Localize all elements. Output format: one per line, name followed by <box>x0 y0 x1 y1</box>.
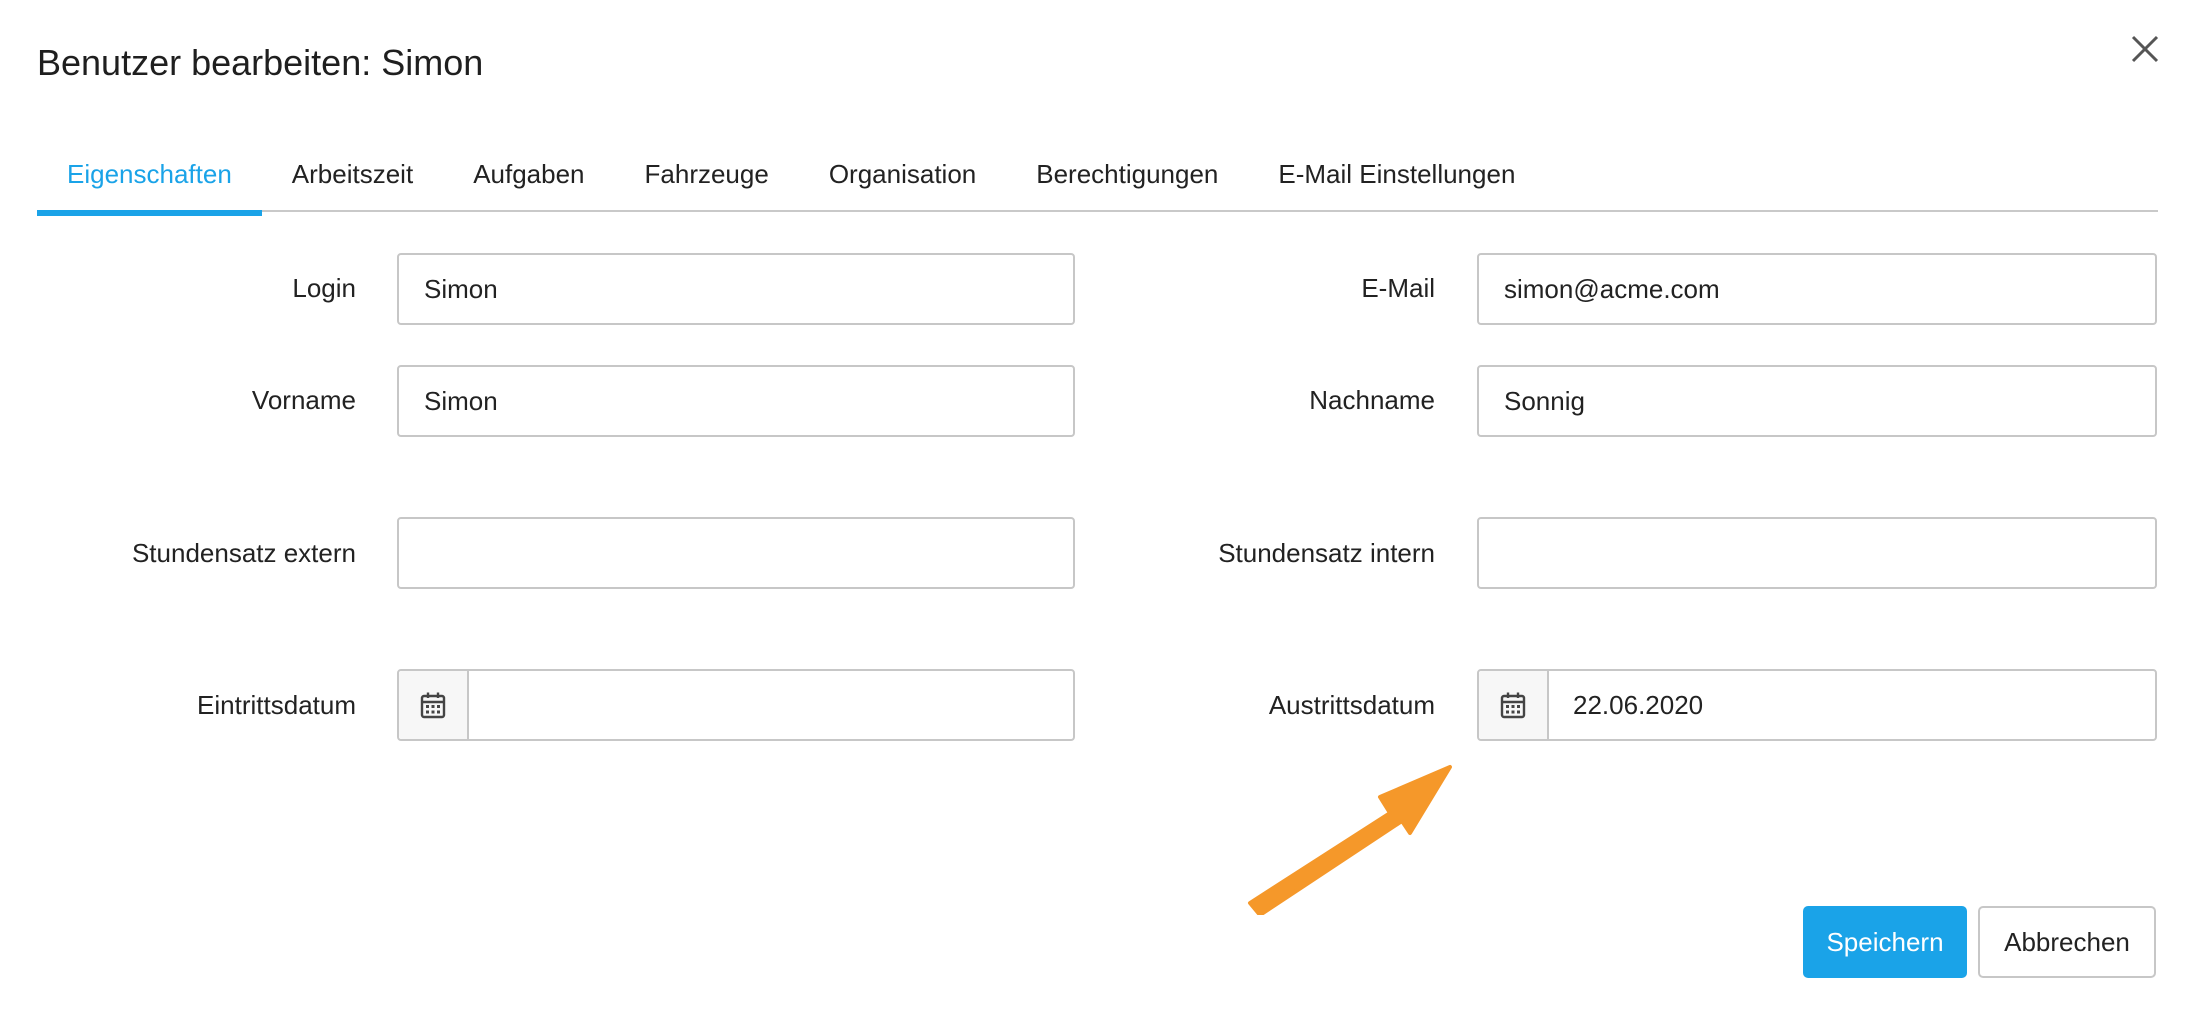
tab-berechtigungen[interactable]: Berechtigungen <box>1006 140 1248 212</box>
tab-eigenschaften[interactable]: Eigenschaften <box>37 140 262 216</box>
eintrittsdatum-input[interactable] <box>469 671 1073 739</box>
austrittsdatum-calendar-button[interactable] <box>1479 671 1549 739</box>
tab-aufgaben[interactable]: Aufgaben <box>443 140 614 212</box>
login-field[interactable]: Simon <box>397 253 1075 325</box>
stundensatz-extern-field[interactable] <box>397 517 1075 589</box>
login-label: Login <box>292 273 356 303</box>
eintrittsdatum-label: Eintrittsdatum <box>197 690 356 720</box>
stundensatz-intern-label: Stundensatz intern <box>1218 538 1435 568</box>
vorname-field[interactable]: Simon <box>397 365 1075 437</box>
vorname-label: Vorname <box>251 385 356 415</box>
eintrittsdatum-field[interactable] <box>397 669 1075 741</box>
nachname-field[interactable]: Sonnig <box>1477 365 2157 437</box>
tab-arbeitszeit[interactable]: Arbeitszeit <box>262 140 443 212</box>
cancel-button[interactable]: Abbrechen <box>1978 906 2156 978</box>
calendar-icon <box>1500 692 1526 719</box>
email-label: E-Mail <box>1361 273 1435 303</box>
stundensatz-extern-label: Stundensatz extern <box>131 538 356 568</box>
tab-organisation[interactable]: Organisation <box>799 140 1006 212</box>
dialog-title: Benutzer bearbeiten: Simon <box>37 42 484 83</box>
eintrittsdatum-calendar-button[interactable] <box>399 671 469 739</box>
close-icon <box>2131 35 2159 63</box>
austrittsdatum-label: Austrittsdatum <box>1268 690 1435 720</box>
email-field[interactable]: simon@acme.com <box>1477 253 2157 325</box>
tab-email-einstellungen[interactable]: E-Mail Einstellungen <box>1248 140 1545 212</box>
tab-bar: Eigenschaften Arbeitszeit Aufgaben Fahrz… <box>37 140 2158 216</box>
nachname-label: Nachname <box>1309 385 1435 415</box>
tab-fahrzeuge[interactable]: Fahrzeuge <box>615 140 799 212</box>
save-button[interactable]: Speichern <box>1803 906 1967 978</box>
calendar-icon <box>420 692 446 719</box>
close-button[interactable] <box>2124 28 2166 70</box>
austrittsdatum-field[interactable]: 22.06.2020 <box>1477 669 2157 741</box>
austrittsdatum-input[interactable]: 22.06.2020 <box>1549 671 2155 739</box>
stundensatz-intern-field[interactable] <box>1477 517 2157 589</box>
annotation-arrow-icon <box>1248 765 1452 915</box>
